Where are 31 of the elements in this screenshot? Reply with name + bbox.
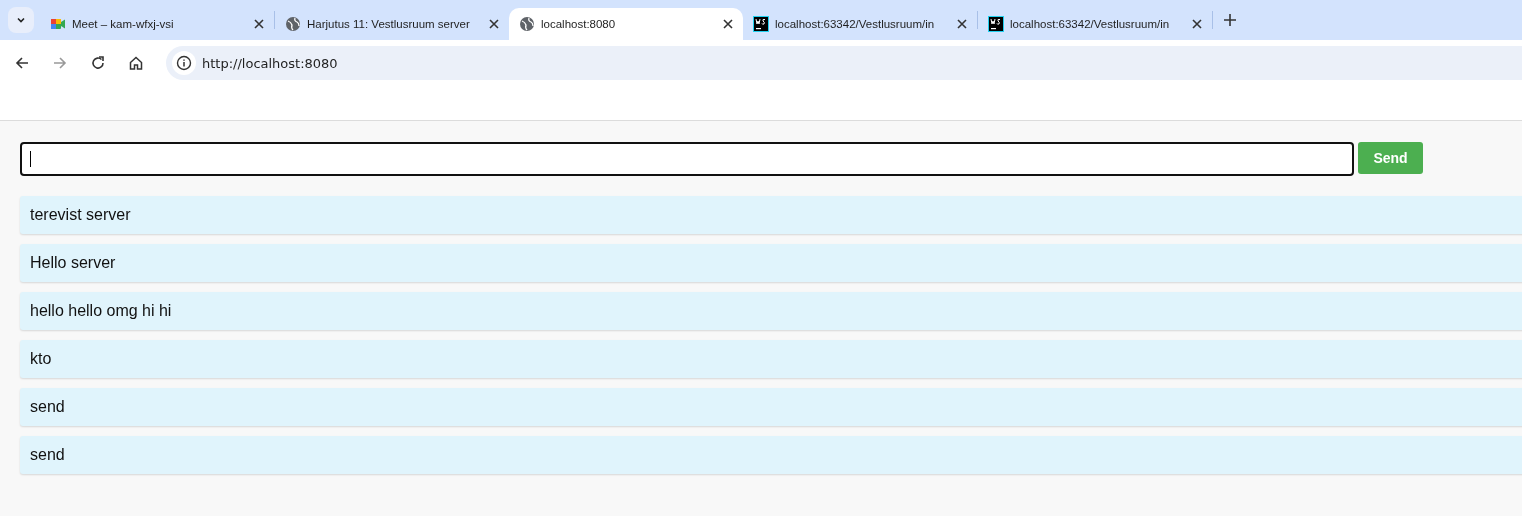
home-icon[interactable] [128,55,144,71]
app-logo-icon [753,16,769,32]
browser-tab[interactable]: Harjutus 11: Vestlusruum server [275,8,509,40]
browser-tab[interactable]: localhost:63342/Vestlusruum/in [978,8,1212,40]
browser-tab[interactable]: localhost:63342/Vestlusruum/in [743,8,977,40]
message-item: send [20,388,1522,426]
close-icon[interactable] [721,17,735,31]
message-item: hello hello omg hi hi [20,292,1522,330]
close-icon[interactable] [955,17,969,31]
back-icon[interactable] [14,55,30,71]
close-icon[interactable] [252,17,266,31]
chevron-down-icon [16,15,26,25]
video-camera-icon [50,16,66,32]
message-item: Hello server [20,244,1522,282]
close-icon[interactable] [1190,17,1204,31]
close-icon[interactable] [487,17,501,31]
app-logo-icon [988,16,1004,32]
url-text: http://localhost:8080 [202,55,338,71]
browser-tab[interactable]: localhost:8080 [509,8,743,40]
message-item: send [20,436,1522,474]
address-bar[interactable]: http://localhost:8080 [166,46,1522,80]
reload-icon[interactable] [90,55,106,71]
message-input-field[interactable] [20,142,1354,176]
message-item: kto [20,340,1522,378]
message-item: terevist server [20,196,1522,234]
forward-icon[interactable] [52,55,68,71]
browser-tab[interactable]: Meet – kam-wfxj-vsi [40,8,274,40]
globe-icon [285,16,301,32]
info-icon[interactable] [176,55,192,71]
new-tab-icon[interactable] [1223,13,1237,27]
globe-icon [519,16,535,32]
